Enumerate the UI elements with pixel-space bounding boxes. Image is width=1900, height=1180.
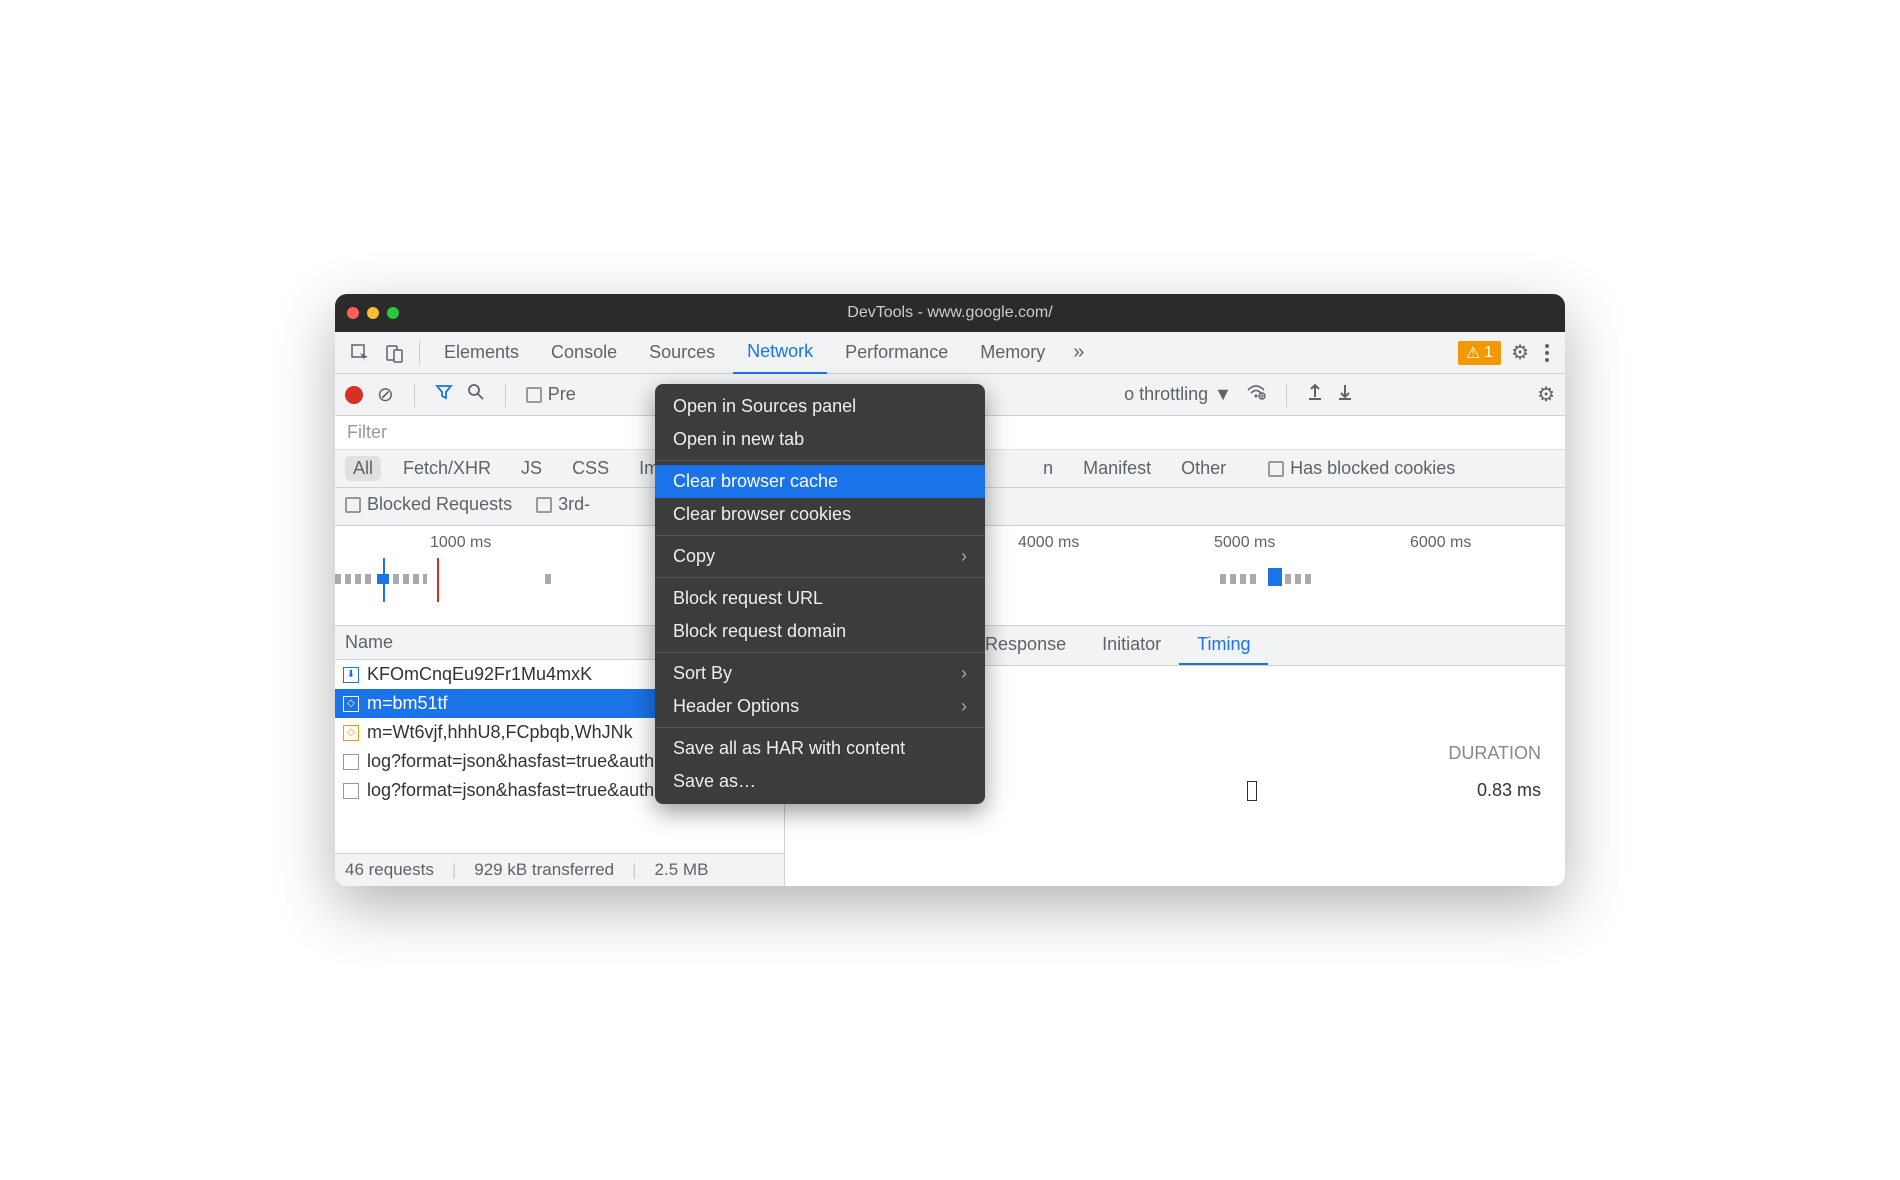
timeline-tick: 4000 ms xyxy=(1018,534,1079,552)
request-name: m=Wt6vjf,hhhU8,FCpbqb,WhJNk xyxy=(367,722,633,743)
tab-console[interactable]: Console xyxy=(537,332,631,374)
warning-icon: ⚠ xyxy=(1466,343,1480,363)
issues-count: 1 xyxy=(1484,344,1493,362)
filter-icon[interactable] xyxy=(435,383,453,407)
window-title: DevTools - www.google.com/ xyxy=(847,304,1052,322)
cm-separator xyxy=(655,727,985,728)
record-button[interactable] xyxy=(345,386,363,404)
titlebar: DevTools - www.google.com/ xyxy=(335,294,1565,332)
filter-js[interactable]: JS xyxy=(513,456,550,481)
search-icon[interactable] xyxy=(467,383,485,407)
divider xyxy=(1286,383,1287,407)
kebab-menu-icon[interactable] xyxy=(1539,344,1555,362)
divider xyxy=(414,383,415,407)
clear-icon[interactable]: ⊘ xyxy=(377,382,394,407)
cm-save-as[interactable]: Save as… xyxy=(655,765,985,798)
cm-separator xyxy=(655,652,985,653)
queueing-duration: 0.83 ms xyxy=(1477,780,1541,801)
more-tabs-icon[interactable]: » xyxy=(1063,341,1094,364)
tab-network[interactable]: Network xyxy=(733,332,827,374)
request-name: m=bm51tf xyxy=(367,693,448,714)
has-blocked-cookies-checkbox[interactable]: Has blocked cookies xyxy=(1268,458,1455,479)
wifi-icon[interactable] xyxy=(1246,383,1266,406)
throttling-select[interactable]: o throttling ▼ xyxy=(1124,384,1232,405)
queueing-bar xyxy=(1247,781,1257,801)
filter-other[interactable]: Other xyxy=(1173,456,1234,481)
file-icon: ◇ xyxy=(343,725,359,741)
checkbox-icon xyxy=(1268,461,1284,477)
filter-css[interactable]: CSS xyxy=(564,456,617,481)
panel-tabstrip: Elements Console Sources Network Perform… xyxy=(335,332,1565,374)
request-name: log?format=json&hasfast=true&authu… xyxy=(367,751,682,772)
tab-timing[interactable]: Timing xyxy=(1179,626,1268,665)
maximize-window-button[interactable] xyxy=(387,307,399,319)
dropdown-icon: ▼ xyxy=(1214,384,1232,405)
filter-partial[interactable]: n xyxy=(1035,456,1061,481)
tab-sources[interactable]: Sources xyxy=(635,332,729,374)
timeline-tick: 5000 ms xyxy=(1214,534,1275,552)
cm-clear-cookies[interactable]: Clear browser cookies xyxy=(655,498,985,531)
file-icon xyxy=(343,754,359,770)
cm-separator xyxy=(655,535,985,536)
filter-fetchxhr[interactable]: Fetch/XHR xyxy=(395,456,499,481)
checkbox-icon xyxy=(536,497,552,513)
submenu-arrow-icon: › xyxy=(961,696,967,717)
cm-save-har[interactable]: Save all as HAR with content xyxy=(655,732,985,765)
minimize-window-button[interactable] xyxy=(367,307,379,319)
devtools-window: DevTools - www.google.com/ Elements Cons… xyxy=(335,294,1565,886)
preserve-log-checkbox[interactable]: Pre xyxy=(526,384,576,405)
request-count: 46 requests xyxy=(345,860,434,880)
cm-header-options[interactable]: Header Options› xyxy=(655,690,985,723)
cm-sort-by[interactable]: Sort By› xyxy=(655,657,985,690)
divider xyxy=(505,383,506,407)
submenu-arrow-icon: › xyxy=(961,663,967,684)
cm-open-new-tab[interactable]: Open in new tab xyxy=(655,423,985,456)
filter-manifest[interactable]: Manifest xyxy=(1075,456,1159,481)
status-bar: 46 requests | 929 kB transferred | 2.5 M… xyxy=(335,853,784,886)
resources-size: 2.5 MB xyxy=(655,860,709,880)
divider xyxy=(419,341,420,365)
cm-separator xyxy=(655,460,985,461)
timeline-tick: 6000 ms xyxy=(1410,534,1471,552)
request-name: KFOmCnqEu92Fr1Mu4mxK xyxy=(367,664,592,685)
inspect-element-icon[interactable] xyxy=(345,338,375,368)
cm-clear-cache[interactable]: Clear browser cache xyxy=(655,465,985,498)
file-icon: ⬇ xyxy=(343,667,359,683)
issues-badge[interactable]: ⚠ 1 xyxy=(1458,341,1501,365)
tab-initiator[interactable]: Initiator xyxy=(1084,626,1179,665)
request-name: log?format=json&hasfast=true&authu… xyxy=(367,780,682,801)
filter-all[interactable]: All xyxy=(345,456,381,481)
tab-memory[interactable]: Memory xyxy=(966,332,1059,374)
cm-separator xyxy=(655,577,985,578)
checkbox-icon xyxy=(345,497,361,513)
blocked-requests-checkbox[interactable]: Blocked Requests xyxy=(345,494,512,515)
network-settings-icon[interactable]: ⚙ xyxy=(1537,382,1555,407)
cm-block-domain[interactable]: Block request domain xyxy=(655,615,985,648)
tab-performance[interactable]: Performance xyxy=(831,332,962,374)
context-menu: Open in Sources panel Open in new tab Cl… xyxy=(655,384,985,804)
tab-elements[interactable]: Elements xyxy=(430,332,533,374)
cm-block-url[interactable]: Block request URL xyxy=(655,582,985,615)
transferred-size: 929 kB transferred xyxy=(474,860,614,880)
upload-icon[interactable] xyxy=(1307,383,1323,407)
duration-header: DURATION xyxy=(1448,743,1541,764)
download-icon[interactable] xyxy=(1337,383,1353,407)
settings-icon[interactable]: ⚙ xyxy=(1511,340,1529,365)
submenu-arrow-icon: › xyxy=(961,546,967,567)
file-icon: ◇ xyxy=(343,696,359,712)
cm-open-sources[interactable]: Open in Sources panel xyxy=(655,390,985,423)
device-toolbar-icon[interactable] xyxy=(379,338,409,368)
timeline-tick: 1000 ms xyxy=(430,534,491,552)
cm-copy[interactable]: Copy› xyxy=(655,540,985,573)
traffic-lights xyxy=(347,307,399,319)
close-window-button[interactable] xyxy=(347,307,359,319)
checkbox-icon xyxy=(526,387,542,403)
file-icon xyxy=(343,783,359,799)
timeline-handle[interactable] xyxy=(1270,570,1280,584)
third-party-checkbox[interactable]: 3rd- xyxy=(536,494,590,515)
